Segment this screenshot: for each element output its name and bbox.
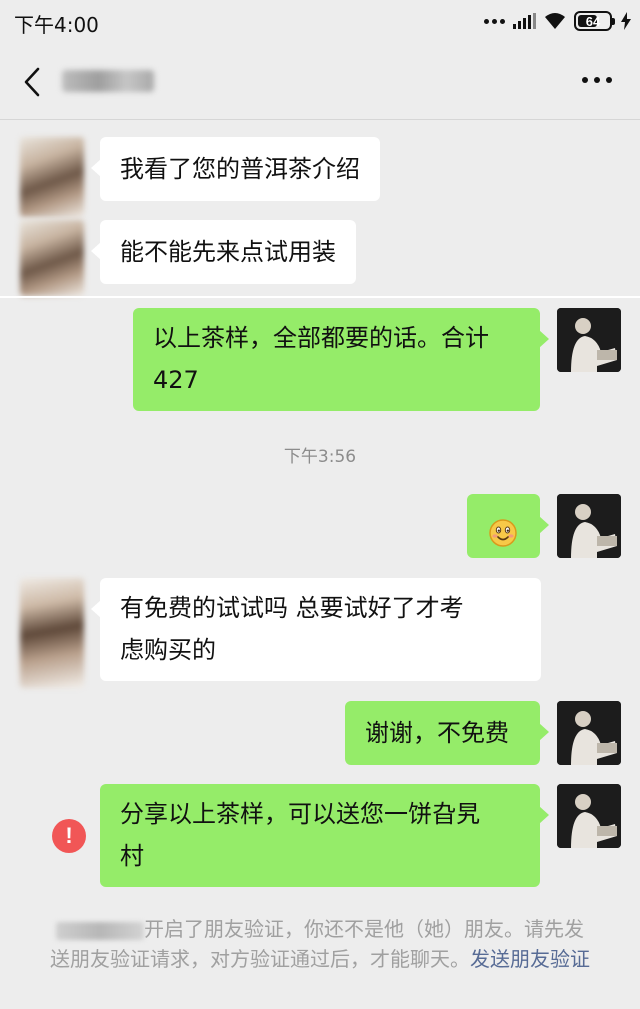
charging-icon	[621, 12, 631, 30]
status-icons: 64	[484, 10, 632, 32]
message-bubble-sent-failed[interactable]: 分享以上茶样，可以送您一饼旮旯 村	[100, 784, 549, 887]
battery-level: 64	[585, 13, 601, 29]
chat-timestamp: 下午3:56	[283, 447, 357, 467]
message-bubble-received[interactable]: 我看了您的普洱茶介绍	[91, 137, 380, 201]
message-text: 我看了您的普洱茶介绍	[120, 155, 360, 183]
status-time: 下午4:00	[14, 13, 99, 37]
message-bubble-received[interactable]: 能不能先来点试用装	[91, 220, 356, 284]
send-verification-link[interactable]: 发送朋友验证	[470, 947, 590, 971]
message-text: 谢谢，不免费	[365, 719, 509, 747]
avatar-portrait-icon	[557, 494, 621, 558]
avatar-portrait-icon	[557, 308, 621, 372]
message-text: 村	[120, 842, 144, 870]
avatar-portrait-icon	[557, 784, 621, 848]
self-avatar[interactable]	[557, 494, 621, 558]
self-avatar[interactable]	[557, 308, 621, 372]
send-failed-icon[interactable]: !	[52, 819, 86, 853]
contact-name-blurred	[56, 921, 144, 940]
message-bubble-sent[interactable]	[467, 494, 549, 558]
avatar-portrait-icon	[557, 701, 621, 765]
contact-avatar[interactable]	[20, 137, 84, 217]
chevron-left-icon[interactable]	[20, 66, 46, 98]
chat-header	[0, 44, 640, 120]
message-text: 分享以上茶样，可以送您一饼旮旯	[120, 800, 480, 828]
friend-verification-notice: 开启了朋友验证，你还不是他（她）朋友。请先发送朋友验证请求，对方验证通过后，才能…	[50, 914, 590, 974]
message-bubble-sent[interactable]: 谢谢，不免费	[345, 701, 549, 765]
contact-avatar[interactable]	[20, 578, 84, 688]
scroll-divider	[0, 296, 640, 298]
self-avatar[interactable]	[557, 701, 621, 765]
status-bar: 下午4:00 64	[0, 0, 640, 44]
message-text: 能不能先来点试用装	[120, 238, 336, 266]
message-text: 427	[153, 366, 199, 394]
notification-dots-icon	[484, 18, 505, 24]
smiling-face-emoji-icon	[489, 519, 517, 547]
message-text: 有免费的试试吗 总要试好了才考	[120, 594, 464, 622]
contact-name-blurred[interactable]	[62, 70, 154, 92]
message-bubble-sent[interactable]: 以上茶样，全部都要的话。合计 427	[133, 308, 549, 411]
message-bubble-received[interactable]: 有免费的试试吗 总要试好了才考 虑购买的	[91, 578, 541, 681]
self-avatar[interactable]	[557, 784, 621, 848]
signal-icon	[513, 13, 536, 29]
more-horizontal-icon[interactable]	[582, 77, 612, 83]
wifi-icon	[545, 13, 565, 29]
contact-avatar[interactable]	[20, 220, 84, 296]
message-text: 以上茶样，全部都要的话。合计	[153, 324, 489, 352]
message-text: 虑购买的	[120, 636, 216, 664]
battery-icon: 64	[574, 11, 615, 31]
